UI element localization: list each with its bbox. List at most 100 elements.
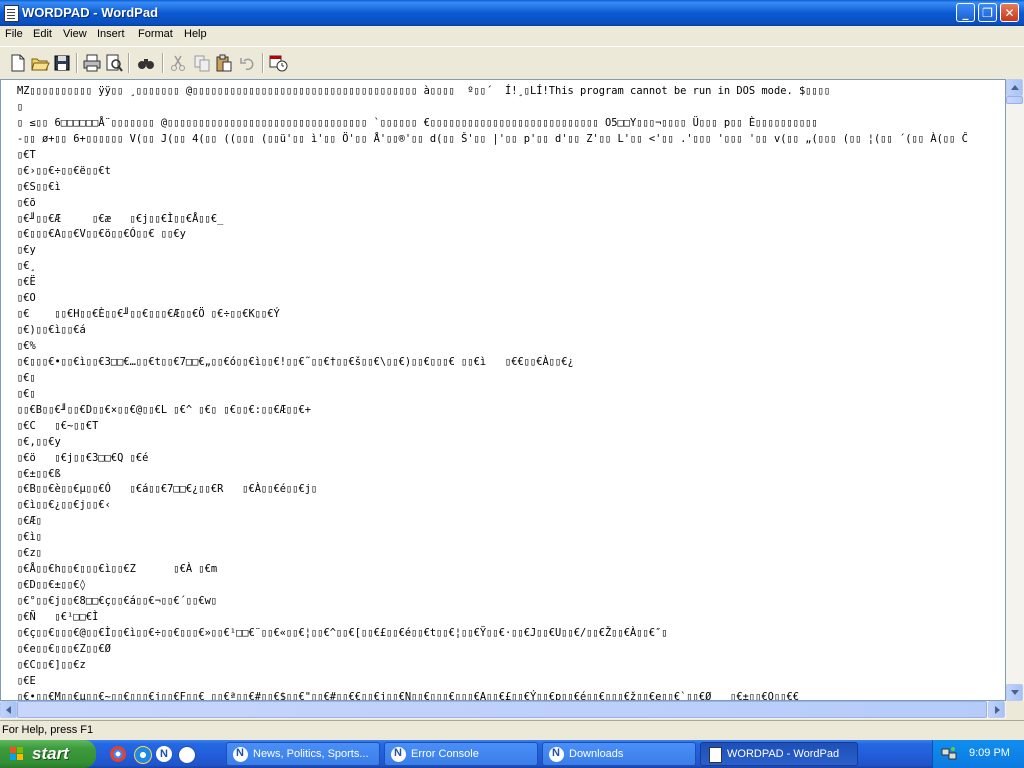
horizontal-scroll-thumb[interactable] <box>17 701 987 718</box>
document-line: ▯€C▯▯€]▯▯€z <box>17 658 86 671</box>
document-line: ▯€ì▯ <box>17 531 43 544</box>
document-line: ▯€,▯▯€y <box>17 435 61 448</box>
menu-format[interactable]: Format <box>138 28 173 40</box>
document-line: ▯€ö ▯€j▯▯€3□□€Q ▯€é <box>17 451 149 464</box>
document-line: ▯€B▯▯€è▯▯€µ▯▯€Ó ▯€á▯▯€7□□€¿▯▯€R ▯€À▯▯€é▯… <box>17 483 318 496</box>
document-line: ▯€ì▯▯€¿▯▯€j▯▯€‹ <box>17 499 111 512</box>
windows-logo-icon <box>10 747 24 761</box>
netscape-icon <box>233 747 248 762</box>
print-preview-icon[interactable] <box>104 53 124 73</box>
document-line: ▯€)▯▯€ì▯▯€á <box>17 324 86 337</box>
netscape-icon[interactable]: N <box>156 746 172 762</box>
document-line: MZ▯▯▯▯▯▯▯▯▯▯ ÿÿ▯▯ ¸▯▯▯▯▯▯▯ @▯▯▯▯▯▯▯▯▯▯▯▯… <box>17 85 831 97</box>
start-button[interactable]: start <box>0 740 96 768</box>
menu-bar: File Edit View Insert Format Help <box>0 26 1024 45</box>
document-line: ▯€Ñ ▯€¹□□€Ì <box>17 610 99 623</box>
menu-help[interactable]: Help <box>184 28 207 40</box>
document-area[interactable]: MZ▯▯▯▯▯▯▯▯▯▯ ÿÿ▯▯ ¸▯▯▯▯▯▯▯ @▯▯▯▯▯▯▯▯▯▯▯▯… <box>0 79 1006 701</box>
scroll-left-button[interactable] <box>0 701 17 718</box>
document-line: ▯ <box>17 100 24 113</box>
vertical-scroll-thumb[interactable] <box>1006 96 1023 104</box>
chrome-icon[interactable] <box>110 746 126 762</box>
document-line: ▯€╜▯▯€Æ ▯€æ ▯€j▯▯€Ì▯▯€Å▯▯€_ <box>17 212 224 225</box>
task-error-console[interactable]: Error Console <box>384 742 538 766</box>
menu-insert[interactable]: Insert <box>97 28 125 40</box>
document-line: ▯€▯▯▯€•▯▯€ì▯▯€3□□€…▯▯€t▯▯€7□□€„▯▯€ó▯▯€ì▯… <box>17 355 574 368</box>
cut-icon[interactable] <box>168 53 188 73</box>
toolbar-separator <box>162 53 164 73</box>
paste-icon[interactable] <box>214 53 234 73</box>
task-downloads[interactable]: Downloads <box>542 742 696 766</box>
open-icon[interactable] <box>30 53 50 73</box>
title-bar: WORDPAD - WordPad _ ❐ ✕ <box>0 0 1024 26</box>
status-bar: For Help, press F1 <box>0 720 1024 741</box>
vertical-scrollbar[interactable] <box>1006 79 1024 701</box>
task-label: News, Politics, Sports... <box>253 748 369 760</box>
netscape-alt-icon[interactable] <box>178 746 196 764</box>
document-line: ▯▯€B▯▯€╜▯▯€D▯▯€×▯▯€@▯▯€L ▯€^ ▯€▯ ▯€▯▯€:▯… <box>17 403 312 416</box>
document-line: ▯€ ▯▯€H▯▯€È▯▯€╜▯▯€▯▯▯€Æ▯▯€Ö ▯€÷▯▯€K▯▯€Ý <box>17 308 280 321</box>
document-line: ▯€y <box>17 244 36 257</box>
document-line: ▯€¸ <box>17 260 36 273</box>
document-line: ▯€•▯▯€M▯▯€µ▯▯€~▯▯€▯▯▯€j▯▯€F▯▯€ ▯▯€ª▯▯€#▯… <box>17 690 799 701</box>
document-line: ▯€C ▯€~▯▯€T <box>17 419 99 432</box>
netscape-icon <box>549 747 564 762</box>
document-line: ▯€T <box>17 148 36 161</box>
document-line: ▯€% <box>17 340 36 352</box>
document-line: ▯€±▯▯€ß <box>17 467 61 480</box>
task-wordpad[interactable]: WORDPAD - WordPad <box>700 742 858 766</box>
document-line: -▯▯ ø+▯▯ 6+▯▯▯▯▯▯ V(▯▯ J(▯▯ 4(▯▯ ((▯▯▯ (… <box>17 132 968 145</box>
toolbar-separator <box>76 53 78 73</box>
undo-icon[interactable] <box>238 53 258 73</box>
status-text: For Help, press F1 <box>2 724 94 736</box>
wordpad-icon <box>709 747 722 763</box>
menu-edit[interactable]: Edit <box>33 28 52 40</box>
task-label: WORDPAD - WordPad <box>727 748 840 760</box>
document-line: ▯€Å▯▯€h▯▯€▯▯▯€ì▯▯€Z ▯€À ▯€m <box>17 563 218 576</box>
document-line: ▯€▯ <box>17 387 36 400</box>
new-icon[interactable] <box>8 53 28 73</box>
document-line: ▯€Æ▯ <box>17 515 43 528</box>
document-line: ▯€ç▯▯€▯▯▯€@▯▯€Ì▯▯€ì▯▯€÷▯▯€▯▯▯€»▯▯€¹□□€¨▯… <box>17 626 668 639</box>
task-label: Downloads <box>569 748 624 760</box>
minimize-button[interactable]: _ <box>956 3 975 22</box>
scroll-up-button[interactable] <box>1006 79 1023 96</box>
horizontal-scrollbar[interactable] <box>0 701 1006 719</box>
print-icon[interactable] <box>82 53 102 73</box>
document-line: ▯€°▯▯€j▯▯€8□□€ç▯▯€á▯▯€¬▯▯€´▯▯€w▯ <box>17 595 218 607</box>
menu-view[interactable]: View <box>63 28 87 40</box>
date-time-icon[interactable] <box>268 53 288 73</box>
task-news[interactable]: News, Politics, Sports... <box>226 742 380 766</box>
menu-file[interactable]: File <box>5 28 23 40</box>
document-line: ▯ ≤▯▯ 6□□□□□□Å¨▯▯▯▯▯▯▯ @▯▯▯▯▯▯▯▯▯▯▯▯▯▯▯▯… <box>17 116 818 129</box>
find-icon[interactable] <box>136 53 156 73</box>
document-line: ▯€›▯▯€÷▯▯€ë▯▯€t <box>17 164 111 177</box>
toolbar-separator <box>262 53 264 73</box>
start-label: start <box>32 744 69 763</box>
close-button[interactable]: ✕ <box>1000 3 1019 22</box>
system-tray: 9:09 PM <box>932 740 1024 768</box>
document-line: ▯€D▯▯€±▯▯€◊ <box>17 579 86 592</box>
taskbar: start N News, Politics, Sports... Error … <box>0 740 1024 768</box>
document-line: ▯€O <box>17 292 36 305</box>
network-icon[interactable] <box>941 746 957 762</box>
internet-explorer-icon[interactable] <box>134 746 152 764</box>
netscape-icon <box>391 747 406 762</box>
document-line: ▯€E <box>17 674 36 687</box>
copy-icon[interactable] <box>192 53 212 73</box>
scroll-right-button[interactable] <box>988 701 1005 718</box>
document-text[interactable]: MZ▯▯▯▯▯▯▯▯▯▯ ÿÿ▯▯ ¸▯▯▯▯▯▯▯ @▯▯▯▯▯▯▯▯▯▯▯▯… <box>17 84 1001 701</box>
document-line: ▯€õ <box>17 196 36 209</box>
restore-button[interactable]: ❐ <box>978 3 997 22</box>
window-title: WORDPAD - WordPad <box>22 5 159 20</box>
clock[interactable]: 9:09 PM <box>969 747 1010 759</box>
scroll-down-button[interactable] <box>1006 684 1023 701</box>
toolbar <box>0 46 1024 80</box>
wordpad-app-icon[interactable] <box>4 5 19 22</box>
document-line: ▯€Ë <box>17 276 36 289</box>
document-line: ▯€z▯ <box>17 547 43 560</box>
document-line: ▯€▯ <box>17 371 36 384</box>
save-icon[interactable] <box>52 53 72 73</box>
toolbar-separator <box>128 53 130 73</box>
task-label: Error Console <box>411 748 479 760</box>
